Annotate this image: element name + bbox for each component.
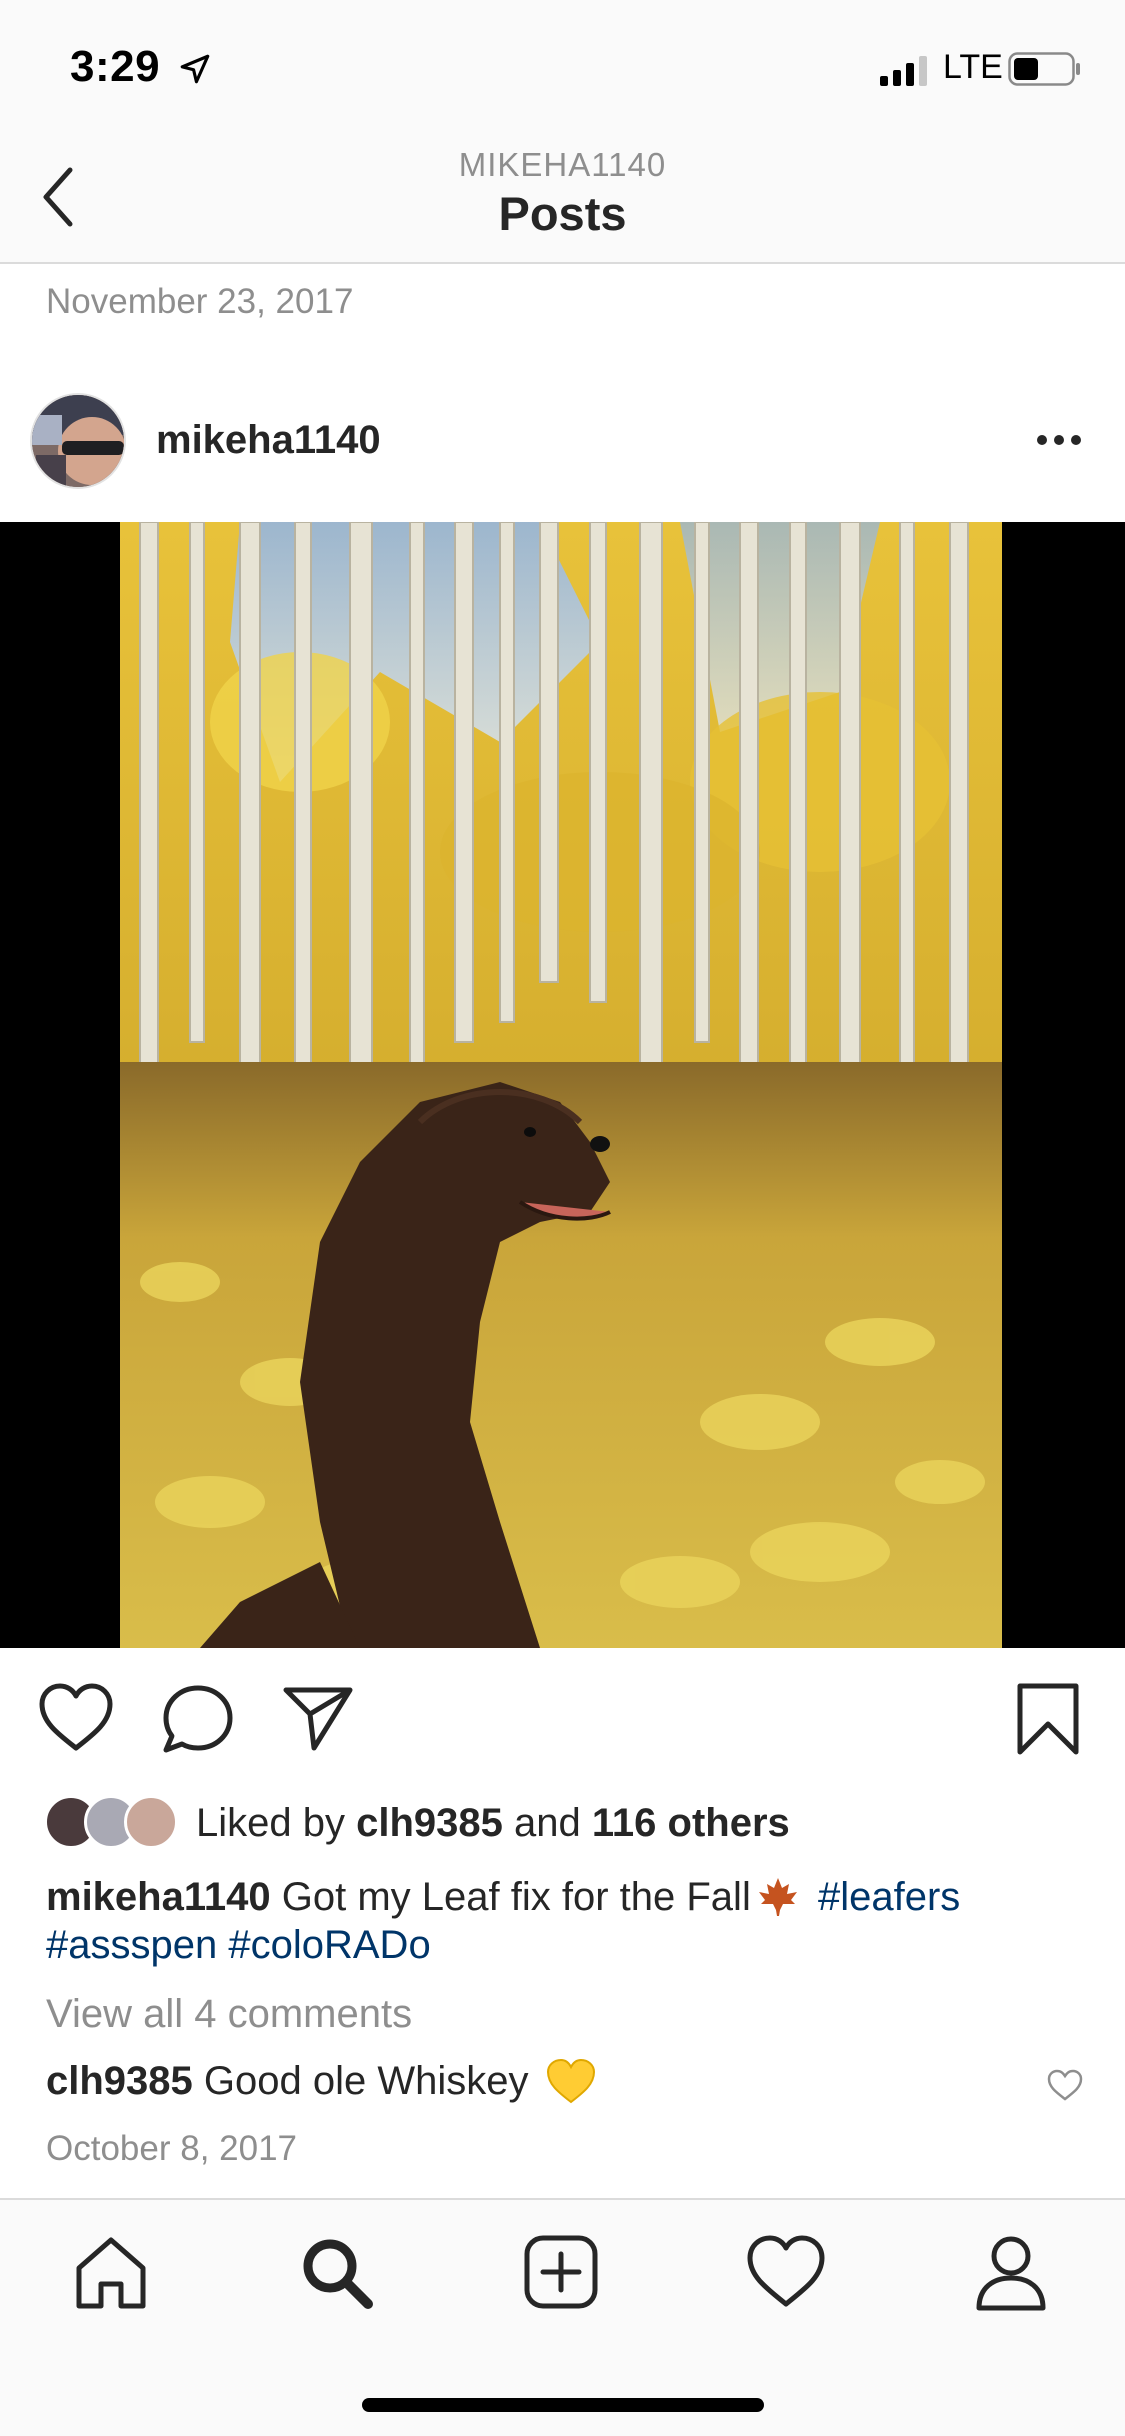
likes-summary[interactable]: Liked by clh9385 and 116 others — [196, 1801, 790, 1846]
heart-icon[interactable] — [1046, 2068, 1084, 2102]
top-comment: clh9385 Good ole Whiskey — [46, 2058, 596, 2104]
post-date-header: November 23, 2017 — [46, 282, 354, 321]
caption-text: Got my Leaf fix for the Fall — [281, 1875, 751, 1919]
comment-text: Good ole Whiskey — [203, 2059, 529, 2103]
yellow-heart-emoji — [546, 2058, 595, 2104]
post-username[interactable]: mikeha1140 — [156, 418, 381, 463]
carrier-label: LTE — [943, 48, 1003, 86]
view-all-comments-link[interactable]: View all 4 comments — [46, 1992, 412, 2037]
nav-subtitle: MIKEHA1140 — [458, 146, 667, 183]
status-bar: 3:29 LTE — [0, 0, 1125, 132]
status-time: 3:29 — [70, 42, 161, 91]
hashtag-link[interactable]: #leafers — [818, 1875, 960, 1919]
bookmark-icon[interactable] — [1014, 1682, 1082, 1756]
comment-icon[interactable] — [160, 1682, 236, 1754]
nav-header: MIKEHA1140 Posts — [0, 132, 1125, 264]
page-title: Posts — [498, 187, 627, 240]
likes-user[interactable]: clh9385 — [356, 1801, 503, 1845]
home-indicator[interactable] — [362, 2398, 764, 2412]
location-arrow-icon — [180, 54, 210, 84]
activity-heart-icon[interactable] — [746, 2232, 826, 2312]
battery-icon — [1008, 52, 1080, 86]
search-icon[interactable] — [296, 2232, 376, 2312]
signal-bars-icon — [880, 56, 927, 86]
caption-username[interactable]: mikeha1140 — [46, 1875, 271, 1919]
likes-others[interactable]: 116 others — [592, 1801, 790, 1845]
hashtag-link[interactable]: #assspen — [46, 1923, 217, 1967]
home-icon[interactable] — [71, 2232, 151, 2312]
liked-by-avatars[interactable] — [44, 1795, 194, 1851]
comment-username[interactable]: clh9385 — [46, 2059, 193, 2103]
post-photo — [120, 522, 1002, 1648]
share-icon[interactable] — [280, 1682, 356, 1754]
hashtag-link[interactable]: #coloRADo — [228, 1923, 430, 1967]
add-post-icon[interactable] — [521, 2232, 601, 2312]
likes-middle: and — [514, 1801, 581, 1845]
avatar[interactable] — [30, 393, 126, 489]
likes-prefix: Liked by — [196, 1801, 345, 1845]
post-photo-frame[interactable] — [0, 522, 1125, 1648]
heart-icon[interactable] — [38, 1682, 114, 1754]
profile-icon[interactable] — [971, 2232, 1051, 2312]
liker-avatar — [124, 1795, 178, 1849]
more-dots-icon[interactable] — [1034, 430, 1084, 450]
post-date-footer: October 8, 2017 — [46, 2129, 297, 2168]
post-caption: mikeha1140 Got my Leaf fix for the Fall … — [46, 1873, 1086, 1969]
maple-leaf-emoji — [758, 1878, 797, 1916]
